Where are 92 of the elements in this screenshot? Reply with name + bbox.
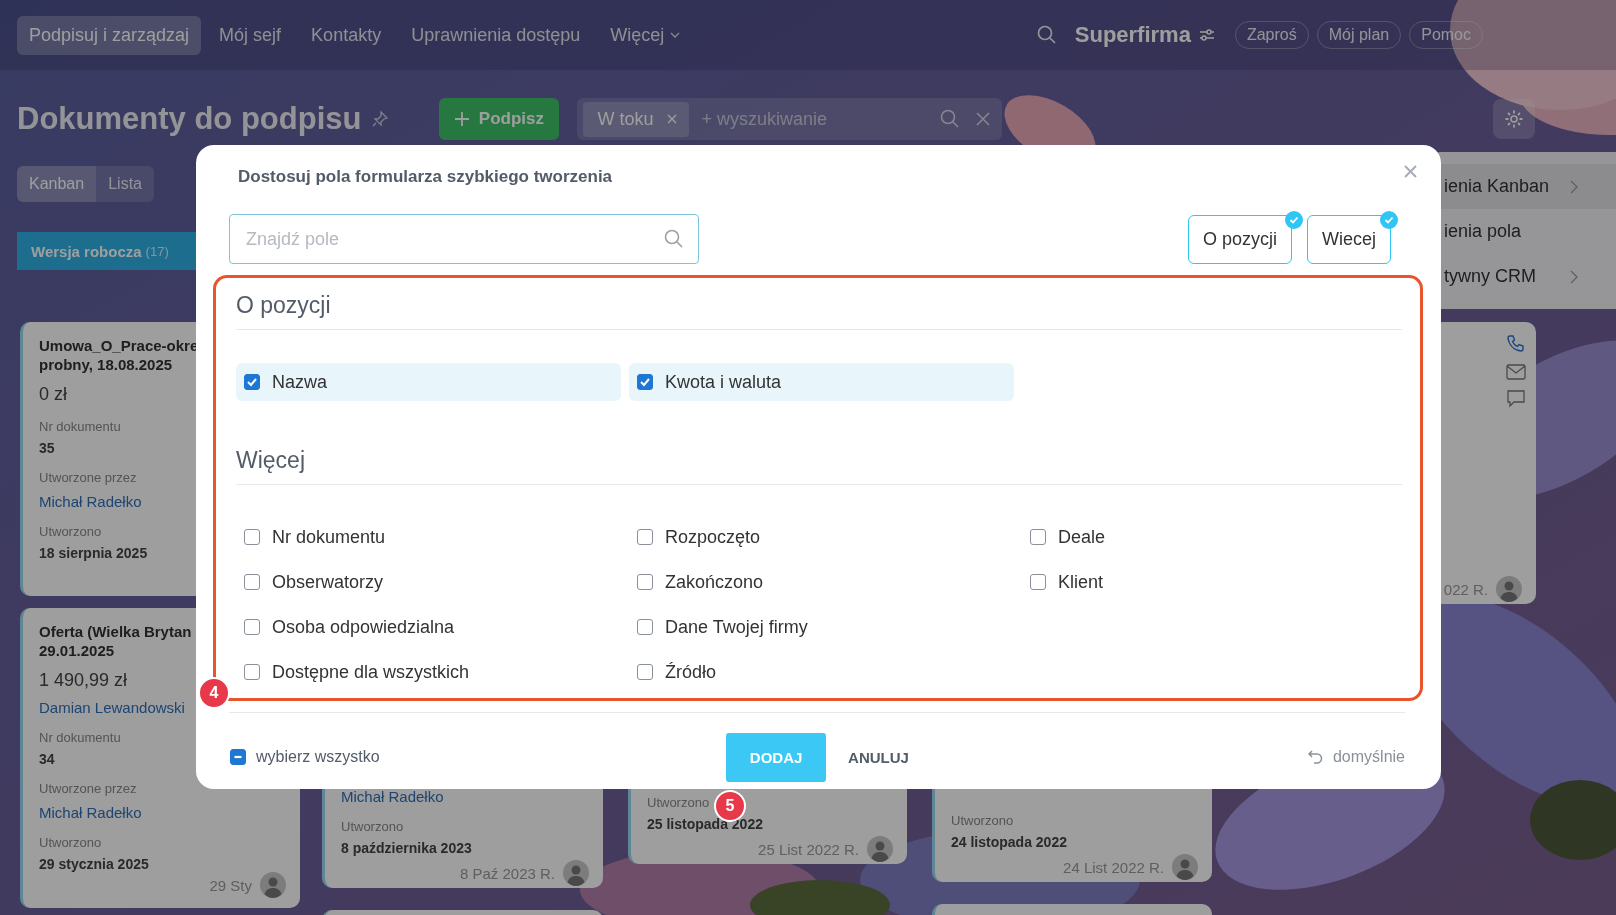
column-count: (17) (145, 243, 169, 259)
avatar-icon[interactable] (260, 872, 286, 898)
checkbox[interactable] (637, 374, 653, 390)
checkbox[interactable] (244, 374, 260, 390)
field-option[interactable]: Kwota i waluta (629, 363, 1014, 401)
card-title: Umowa_O_Prace-okre (39, 336, 199, 355)
chevron-down-icon (670, 32, 681, 38)
search-icon[interactable] (940, 109, 961, 129)
page-title: Dokumenty do podpisu (17, 101, 362, 137)
checkbox[interactable] (637, 529, 653, 545)
column-title: Wersja robocza (31, 242, 142, 260)
person-link[interactable]: Michał Radełko (341, 788, 444, 805)
cancel-button[interactable]: ANULUJ (842, 747, 915, 767)
card-amount: 0 zł (39, 384, 67, 405)
checkbox[interactable] (637, 664, 653, 680)
checkbox[interactable] (637, 619, 653, 635)
settings-icon (1504, 109, 1524, 129)
checkbox[interactable] (637, 574, 653, 590)
field-value: 29 stycznia 2025 (39, 856, 149, 872)
field-value: 18 sierpnia 2025 (39, 545, 148, 561)
avatar-icon[interactable] (563, 860, 589, 886)
field-label: Utworzono (39, 524, 102, 539)
reset-link[interactable]: domyślnie (1307, 748, 1405, 766)
nav-tab[interactable]: Mój sejf (207, 15, 294, 55)
field-label: Nr dokumentu (39, 730, 121, 745)
field-value: 24 listopada 2022 (951, 834, 1067, 850)
checkbox[interactable] (244, 664, 260, 680)
dialog-title: Dostosuj pola formularza szybkiego tworzenia (238, 167, 614, 187)
avatar-icon[interactable] (867, 836, 893, 862)
field-option[interactable]: Nazwa (236, 363, 621, 401)
company-name[interactable]: Superfirma (1074, 22, 1191, 48)
sliders-icon[interactable] (1198, 28, 1215, 42)
undo-icon (1307, 750, 1323, 764)
card-title: 29.01.2025 (39, 641, 115, 660)
avatar-icon[interactable] (1172, 854, 1198, 880)
mail-icon[interactable] (1506, 364, 1526, 380)
phone-icon[interactable] (1506, 334, 1526, 354)
close-icon[interactable] (1404, 165, 1417, 178)
search-field[interactable]: Znajdź pole (229, 214, 699, 264)
field-value: 8 października 2023 (341, 840, 472, 856)
avatar-icon[interactable] (1496, 576, 1522, 602)
step-badge: 4 (198, 677, 230, 709)
field-value: 34 (39, 751, 55, 767)
field-label: Utworzono (951, 813, 1014, 828)
checkbox[interactable] (244, 619, 260, 635)
person-link[interactable]: Damian Lewandowski (39, 699, 185, 716)
checkbox[interactable] (244, 529, 260, 545)
nav-tab[interactable]: Uprawnienia dostępu (399, 15, 593, 55)
field-option[interactable]: Źródło (629, 653, 1014, 691)
checkmark-icon (246, 376, 258, 388)
field-label: Utworzone przez (39, 781, 137, 796)
select-all-checkbox[interactable] (230, 749, 246, 765)
pin-icon[interactable] (371, 110, 390, 128)
field-option[interactable]: Deale (1022, 518, 1407, 556)
card-date: 24 List 2022 R. (1063, 858, 1164, 876)
checkmark-icon (639, 376, 651, 388)
card-title: Oferta (Wielka Brytan (39, 622, 192, 641)
person-link[interactable]: Michał Radełko (39, 804, 142, 821)
chevron-right-icon (1570, 179, 1578, 194)
search-icon (664, 229, 684, 249)
field-label: Utworzono (341, 819, 404, 834)
field-label: Nr dokumentu (39, 419, 121, 434)
person-link[interactable]: Michał Radełko (39, 493, 142, 510)
section-filter-chip[interactable]: Wiecej (1307, 214, 1391, 264)
field-label: Utworzono (647, 795, 710, 810)
field-value: 35 (39, 440, 55, 456)
field-option[interactable]: Zakończono (629, 563, 1014, 601)
chevron-right-icon (1570, 269, 1578, 284)
nav-tab[interactable]: Więcej (598, 15, 693, 55)
field-option[interactable]: Rozpoczęto (629, 518, 1014, 556)
section-title: O pozycji (236, 292, 1402, 330)
card-date: 25 List 2022 R. (758, 840, 859, 858)
chat-icon[interactable] (1506, 390, 1526, 408)
checkbox[interactable] (1030, 574, 1046, 590)
field-option[interactable]: Dane Twojej firmy (629, 608, 1014, 646)
nav-tab[interactable]: Kontakty (299, 15, 394, 55)
card-date: 29 Sty (209, 876, 252, 894)
card-amount: 1 490,99 zł (39, 670, 128, 691)
check-badge-icon (1285, 211, 1303, 229)
card-date: 022 R. (1443, 580, 1488, 598)
card-title: probny, 18.08.2025 (39, 355, 173, 374)
plus-icon (454, 112, 469, 126)
checkbox[interactable] (244, 574, 260, 590)
check-badge-icon (1380, 211, 1398, 229)
field-label: Utworzono (39, 835, 102, 850)
field-label: Utworzone przez (39, 470, 137, 485)
card-date: 8 Paź 2023 R. (459, 864, 555, 882)
section-filter-chip[interactable]: O pozycji (1187, 214, 1292, 264)
field-option[interactable]: Klient (1022, 563, 1407, 601)
checkbox[interactable] (1030, 529, 1046, 545)
section-title: Więcej (236, 447, 1402, 485)
search-icon[interactable] (1036, 25, 1057, 45)
